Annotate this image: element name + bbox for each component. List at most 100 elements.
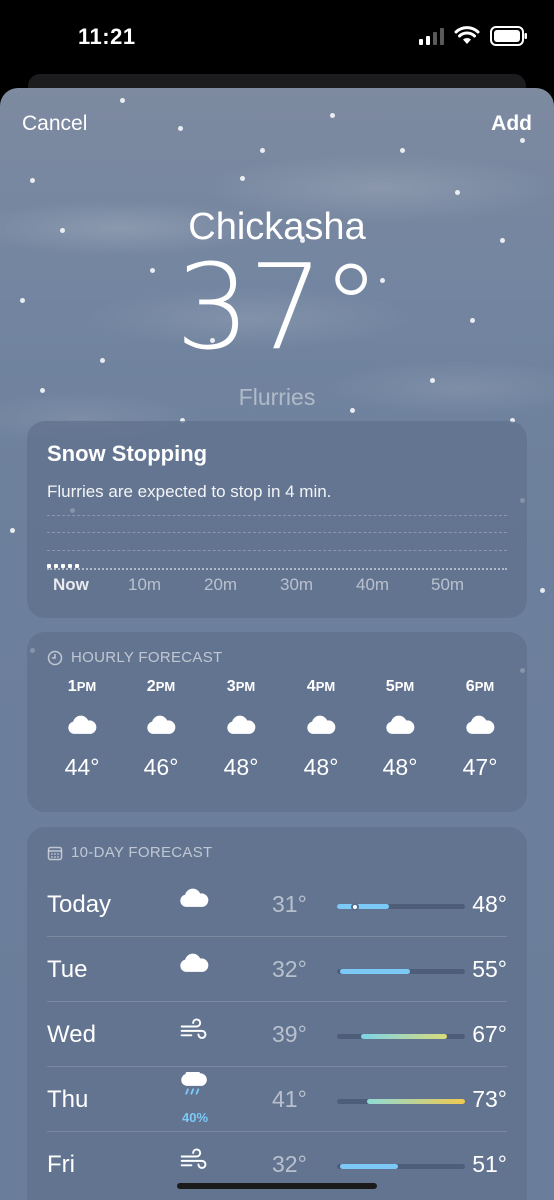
snowflake (260, 148, 265, 153)
status-icons (419, 26, 528, 46)
cancel-button[interactable]: Cancel (22, 112, 87, 136)
temperature-range-fill (361, 1034, 447, 1039)
daily-header-label: 10-DAY FORECAST (71, 844, 213, 861)
temperature-range-bar (337, 1099, 465, 1104)
day-high: 51° (472, 1151, 507, 1177)
day-row[interactable]: Tue 32° 55° (47, 938, 507, 1002)
snowflake (330, 113, 335, 118)
day-low: 31° (272, 891, 307, 917)
precipitation-bars (47, 564, 79, 568)
precipitation-title: Snow Stopping (47, 441, 208, 466)
cloud-icon (225, 714, 257, 736)
wind-icon (177, 1017, 211, 1051)
hour-item: 5PM 48° (370, 678, 430, 781)
add-button[interactable]: Add (491, 112, 532, 136)
hour-temperature: 48° (223, 754, 259, 780)
grid-line (47, 532, 507, 533)
grid-line (47, 550, 507, 551)
tick-50m: 50m (431, 575, 465, 594)
day-name: Tue (47, 956, 88, 983)
tick-10m: 10m (128, 575, 162, 594)
grid-line (47, 515, 507, 516)
snowflake (400, 148, 405, 153)
hour-item: 2PM 46° (131, 678, 191, 781)
battery-icon (490, 26, 528, 46)
temperature-range-fill (337, 904, 389, 909)
day-name: Wed (47, 1021, 96, 1048)
day-row[interactable]: Thu 40% 41° 73° (47, 1068, 507, 1132)
cloud-icon (464, 714, 496, 736)
snowflake (520, 138, 525, 143)
hourly-header: HOURLY FORECAST (47, 649, 222, 666)
snowflake (120, 98, 125, 103)
calendar-icon (47, 846, 63, 860)
clock-icon (47, 650, 63, 665)
day-row[interactable]: Today 31° 48° (47, 873, 507, 937)
hour-item: 4PM 48° (291, 678, 351, 781)
cloud-icon (177, 887, 211, 921)
temperature-range-bar (337, 969, 465, 974)
precipitation-subtitle: Flurries are expected to stop in 4 min. (47, 482, 332, 501)
wind-icon (177, 1147, 211, 1181)
day-high: 73° (472, 1086, 507, 1112)
hour-temperature: 46° (143, 754, 179, 780)
wifi-icon (454, 26, 480, 46)
current-temperature: 37° (175, 238, 380, 376)
status-bar: 11:21 (0, 0, 554, 76)
hour-temperature: 44° (64, 754, 100, 780)
temperature-range-bar (337, 1034, 465, 1039)
cloud-icon (177, 952, 211, 986)
cloud-rain-icon (177, 1068, 211, 1106)
day-low: 32° (272, 1151, 307, 1177)
hourly-forecast-card[interactable]: HOURLY FORECAST 1PM 44° 2PM 46° 3PM 48° 4PM 48°… (27, 632, 527, 812)
current-condition: Flurries (238, 384, 316, 410)
day-name: Fri (47, 1151, 75, 1178)
day-low: 41° (272, 1086, 307, 1112)
snowflake (455, 190, 460, 195)
daily-header: 10-DAY FORECAST (47, 844, 212, 861)
tick-40m: 40m (356, 575, 390, 594)
hour-item: 6PM 47° (450, 678, 510, 781)
day-low: 32° (272, 956, 307, 982)
snowflake (30, 178, 35, 183)
tick-30m: 30m (280, 575, 314, 594)
snowflake (240, 176, 245, 181)
precip-chance: 40% (181, 1110, 209, 1125)
hour-label: 5PM (385, 678, 415, 695)
temperature-range-bar (337, 902, 465, 911)
snowflake (178, 126, 183, 131)
snowflake (540, 588, 545, 593)
precipitation-baseline (47, 568, 507, 570)
cloud-icon (305, 714, 337, 736)
hour-label: 6PM (465, 678, 495, 695)
temperature-range-fill (367, 1099, 465, 1104)
hour-label: 4PM (306, 678, 336, 695)
hour-label: 3PM (226, 678, 256, 695)
hour-label: 2PM (146, 678, 176, 695)
temperature-range-fill (340, 969, 411, 974)
hour-temperature: 48° (303, 754, 339, 780)
day-name: Today (47, 891, 112, 918)
day-name: Thu (47, 1086, 89, 1113)
hour-temperature: 47° (462, 754, 498, 780)
daily-forecast-card[interactable]: 10-DAY FORECAST Today 31° 48° Tue 32° 55° Wed 3… (27, 827, 527, 1200)
temperature-range-bar (337, 1164, 465, 1169)
hour-item: 1PM 44° (52, 678, 112, 781)
temperature-range-fill (340, 1164, 398, 1169)
day-row[interactable]: Wed 39° 67° (47, 1003, 507, 1067)
home-indicator[interactable] (177, 1183, 377, 1189)
precipitation-card[interactable]: Snow Stopping Flurries are expected to s… (27, 421, 527, 618)
cloud-icon (384, 714, 416, 736)
day-high: 67° (472, 1021, 507, 1047)
tick-now: Now (53, 575, 89, 594)
hour-label: 1PM (67, 678, 97, 695)
snowflake (430, 378, 435, 383)
hour-temperature: 48° (382, 754, 418, 780)
hourly-header-label: HOURLY FORECAST (71, 649, 223, 666)
weather-sheet: Cancel Add Chickasha 37° Flurries Snow S… (0, 88, 554, 1200)
day-high: 55° (472, 956, 507, 982)
snowflake (10, 528, 15, 533)
tick-20m: 20m (204, 575, 238, 594)
cloud-icon (145, 714, 177, 736)
day-low: 39° (272, 1021, 307, 1047)
